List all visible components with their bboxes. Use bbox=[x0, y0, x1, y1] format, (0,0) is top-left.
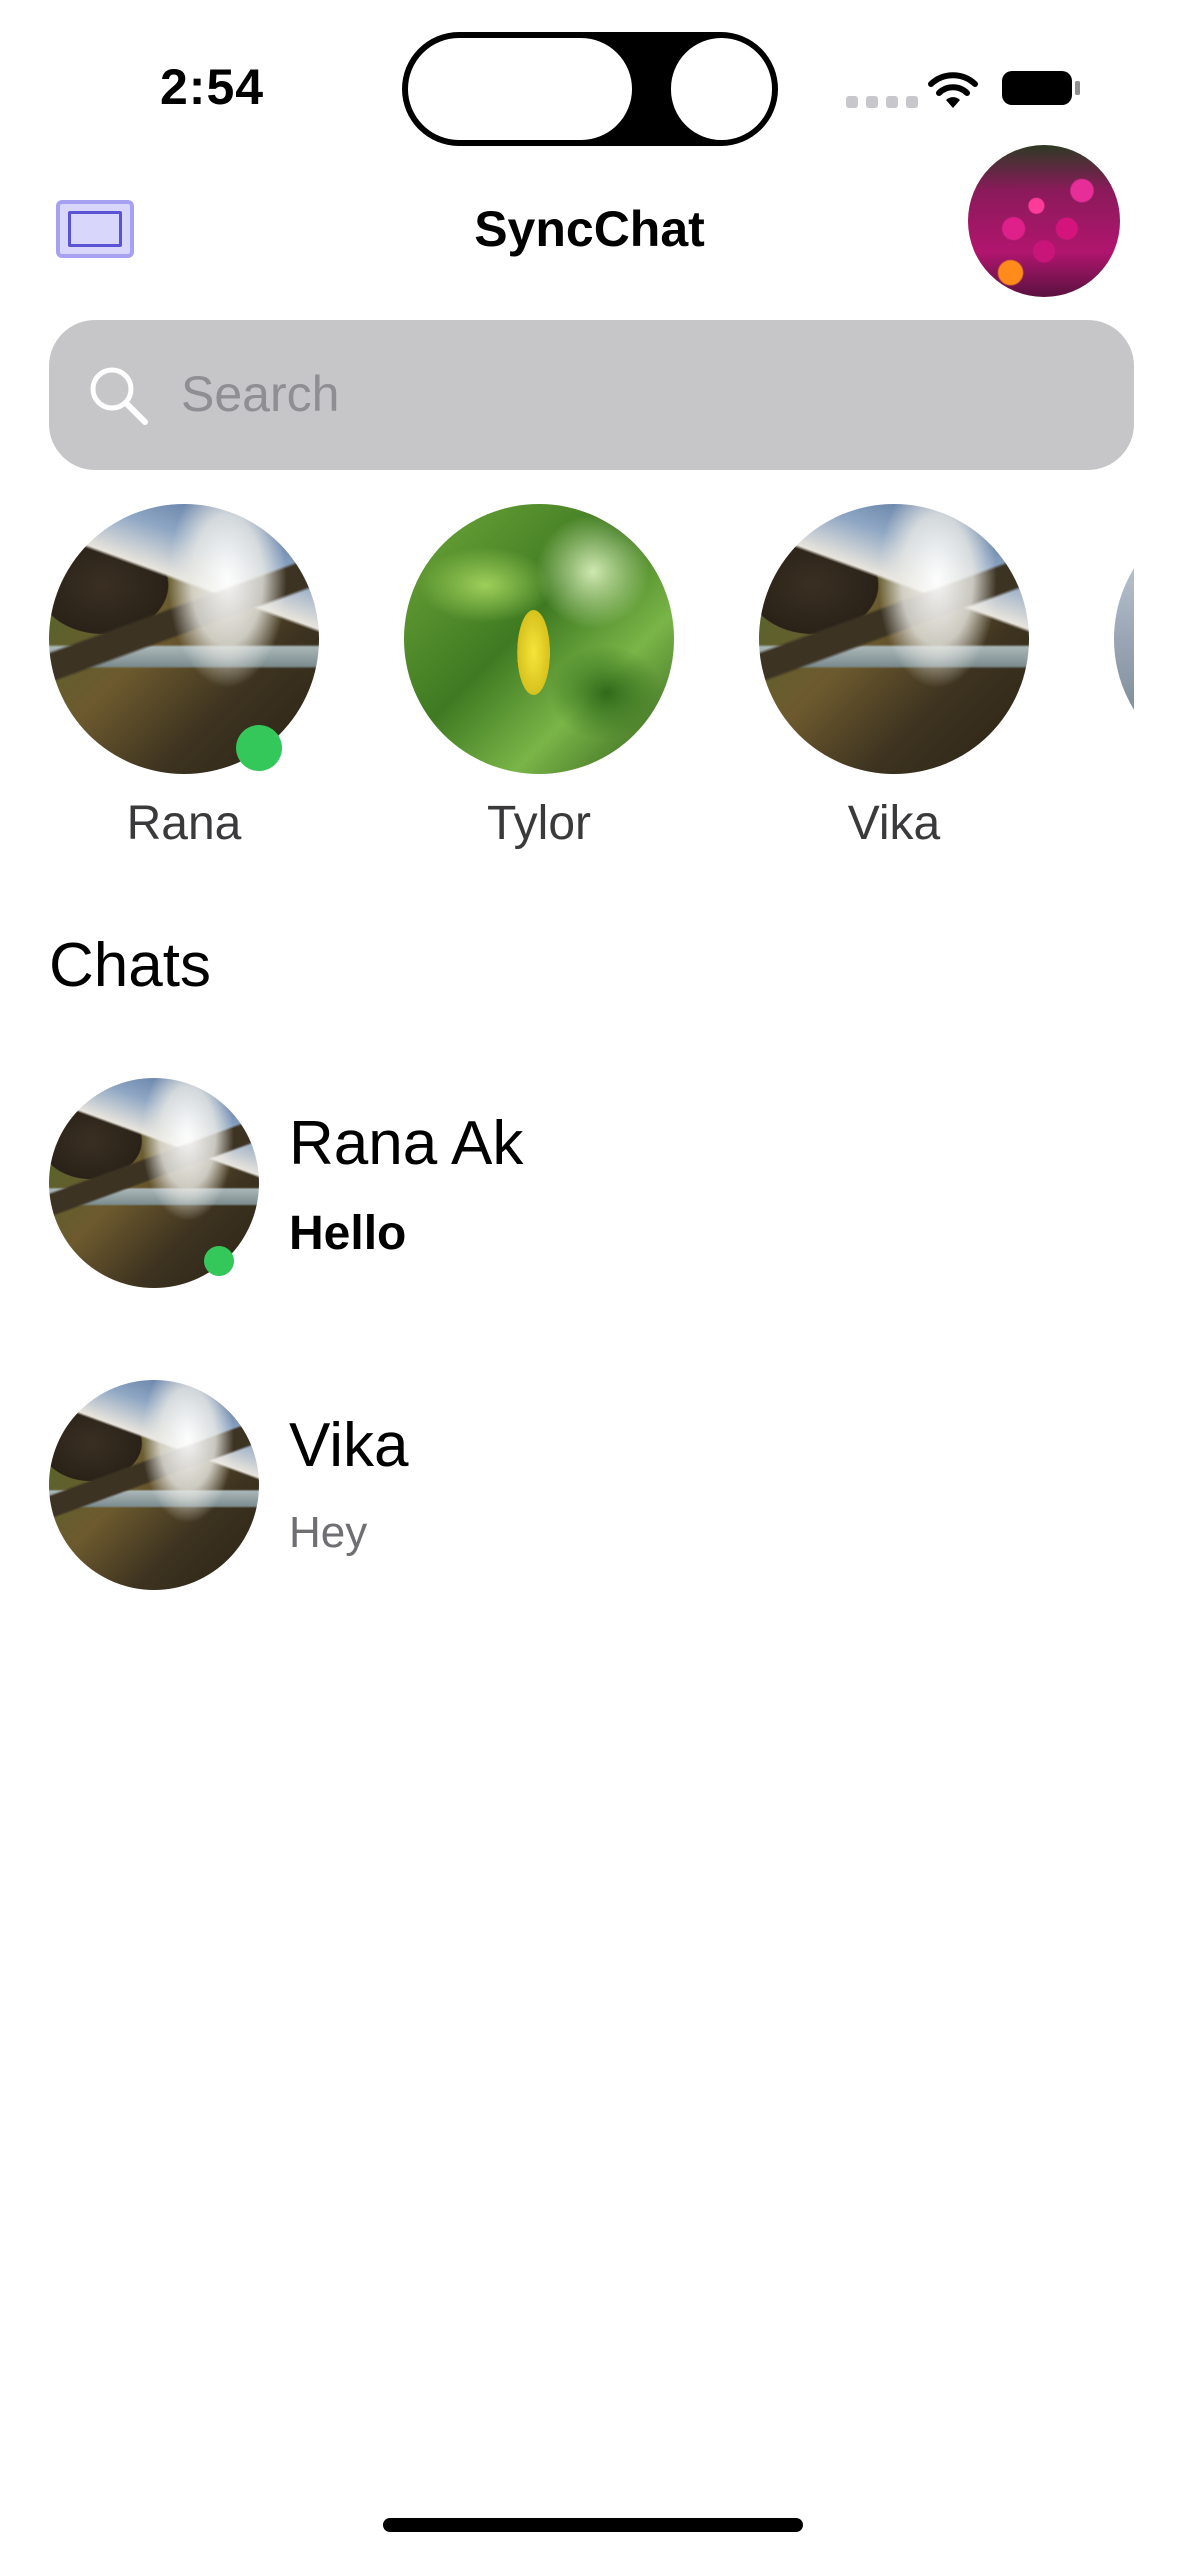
chat-preview: Hey bbox=[289, 1508, 368, 1557]
search-bar[interactable] bbox=[49, 320, 1134, 470]
stories-row[interactable]: Rana Tylor Vika bbox=[49, 504, 1134, 864]
profile-avatar[interactable] bbox=[968, 145, 1120, 297]
battery-icon bbox=[1002, 71, 1080, 105]
story-name: Rana bbox=[126, 797, 242, 850]
wifi-icon bbox=[928, 72, 978, 108]
chat-row-vika[interactable]: Vika Hey bbox=[49, 1380, 1134, 1590]
search-input[interactable] bbox=[181, 356, 1081, 432]
chat-preview: Hello bbox=[289, 1207, 407, 1260]
chats-heading: Chats bbox=[49, 931, 211, 1000]
online-indicator bbox=[236, 725, 282, 771]
island-pill-left bbox=[405, 35, 635, 143]
home-indicator[interactable] bbox=[383, 2518, 803, 2532]
story-avatar[interactable] bbox=[1114, 504, 1134, 774]
story-name: Tylor bbox=[486, 797, 591, 850]
online-indicator bbox=[204, 1246, 234, 1276]
chat-row-rana-ak[interactable]: Rana Ak Hello bbox=[49, 1078, 1134, 1288]
chat-name: Rana Ak bbox=[289, 1109, 524, 1178]
search-icon bbox=[90, 367, 148, 425]
story-rana[interactable]: Rana bbox=[49, 504, 319, 864]
island-pill-right bbox=[668, 35, 775, 143]
cellular-signal-icon bbox=[846, 96, 918, 108]
chat-avatar bbox=[49, 1380, 259, 1590]
story-avatar[interactable] bbox=[759, 504, 1029, 774]
status-time: 2:54 bbox=[160, 59, 265, 115]
story-name: Vika bbox=[847, 797, 941, 850]
story-vika[interactable]: Vika bbox=[759, 504, 1029, 864]
story-partial[interactable] bbox=[1114, 504, 1134, 864]
story-tylor[interactable]: Tylor bbox=[404, 504, 674, 864]
story-avatar[interactable] bbox=[49, 504, 319, 774]
chat-name: Vika bbox=[289, 1411, 409, 1480]
story-avatar[interactable] bbox=[404, 504, 674, 774]
